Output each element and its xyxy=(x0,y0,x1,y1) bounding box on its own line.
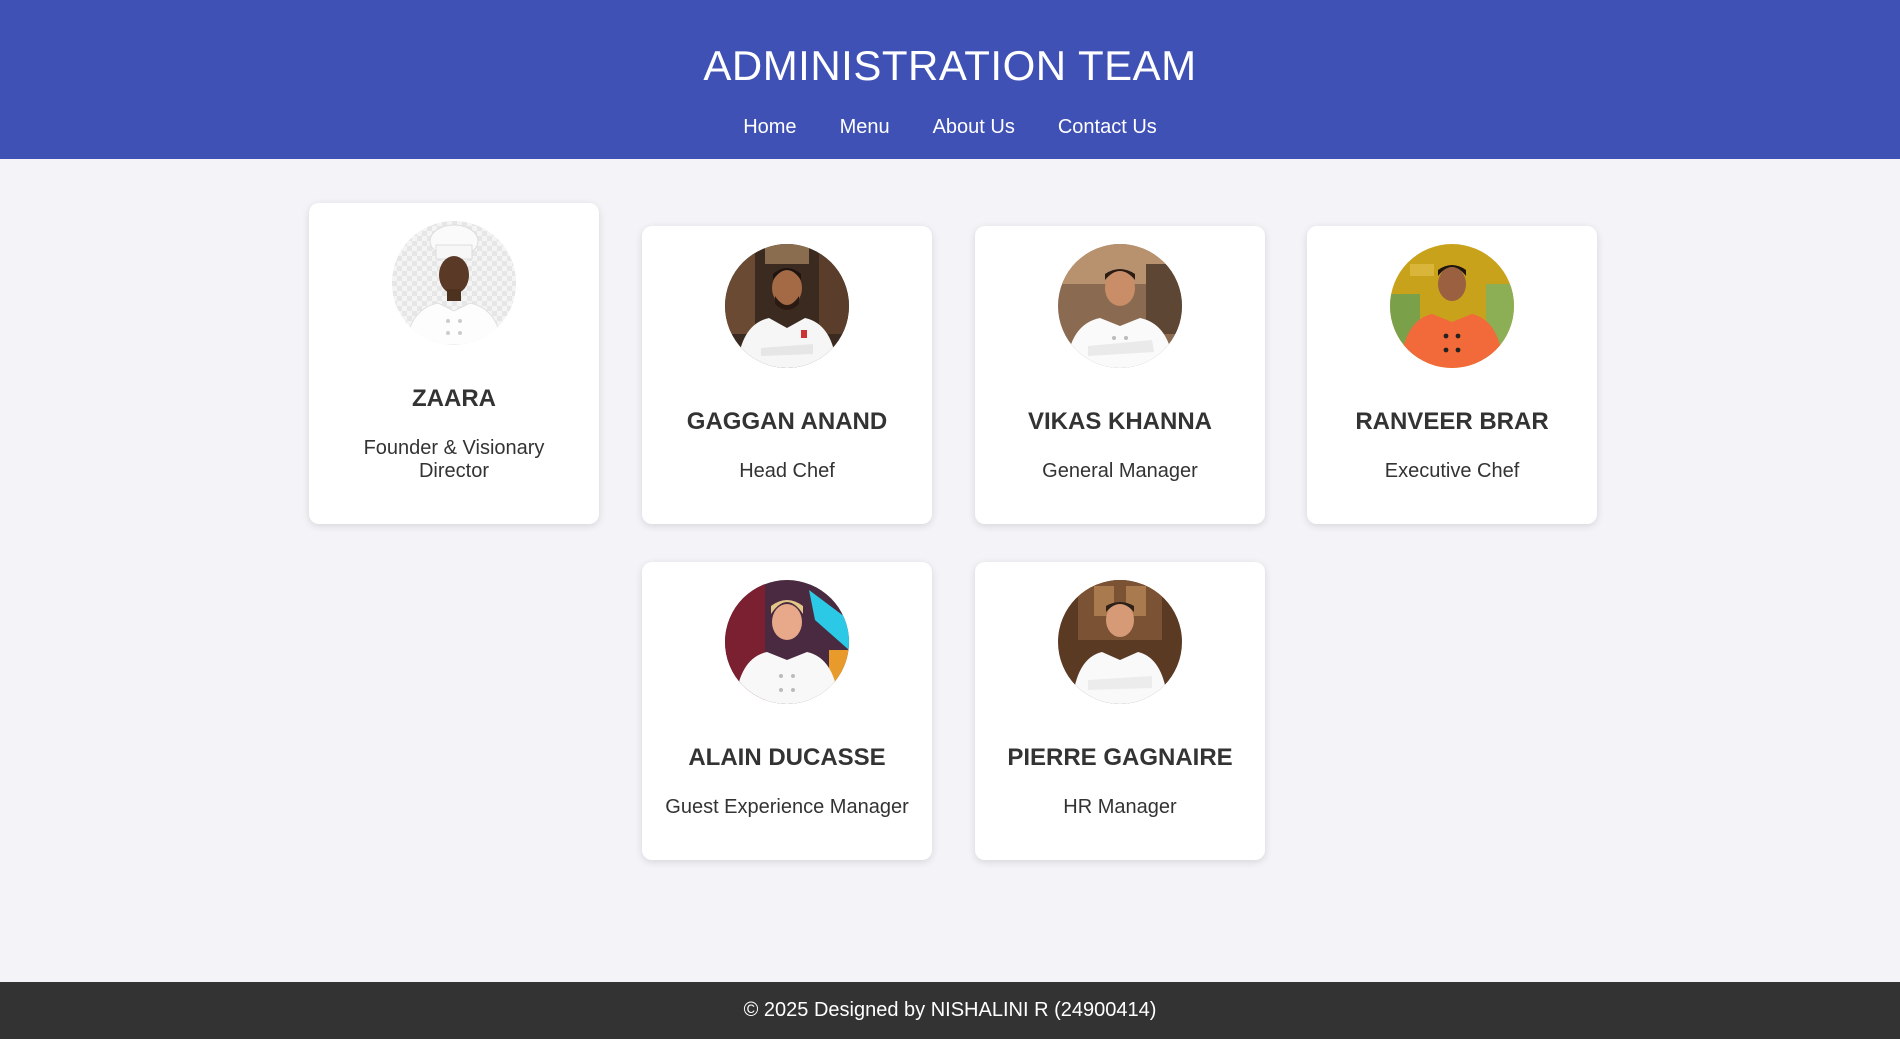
member-role: Head Chef xyxy=(739,460,835,482)
nav-contact-link[interactable]: Contact Us xyxy=(1058,116,1157,139)
member-name: PIERRE GAGNAIRE xyxy=(1007,744,1233,771)
site-footer: © 2025 Designed by NISHALINI R (24900414… xyxy=(0,982,1900,1039)
team-card-zaara: ZAARA Founder & Visionary Director xyxy=(309,203,599,524)
chef-portrait-icon xyxy=(725,244,849,368)
member-name: GAGGAN ANAND xyxy=(686,408,888,435)
team-card-vikas-khanna: VIKAS KHANNA General Manager xyxy=(975,226,1265,524)
member-role: Guest Experience Manager xyxy=(665,796,909,818)
chef-portrait-icon xyxy=(1390,244,1514,368)
team-card-pierre-gagnaire: PIERRE GAGNAIRE HR Manager xyxy=(975,562,1265,860)
member-name: VIKAS KHANNA xyxy=(1027,408,1212,435)
chef-portrait-icon xyxy=(1058,580,1182,704)
member-name: ALAIN DUCASSE xyxy=(688,744,886,771)
nav-about-link[interactable]: About Us xyxy=(933,116,1015,139)
page-title: ADMINISTRATION TEAM xyxy=(703,42,1197,89)
member-name: RANVEER BRAR xyxy=(1355,408,1549,435)
footer-credit: © 2025 Designed by NISHALINI R (24900414… xyxy=(743,999,1157,1021)
member-name: ZAARA xyxy=(412,385,496,412)
pierre-gagnaire-photo xyxy=(1058,580,1182,704)
member-role: HR Manager xyxy=(1063,796,1177,818)
chef-portrait-icon xyxy=(725,580,849,704)
chef-portrait-icon xyxy=(1058,244,1182,368)
member-role: Founder & Visionary Director xyxy=(363,437,545,482)
member-role: Executive Chef xyxy=(1384,460,1520,482)
gaggan-anand-photo xyxy=(725,244,849,368)
nav-menu-link[interactable]: Menu xyxy=(840,116,890,139)
team-card-ranveer-brar: RANVEER BRAR Executive Chef xyxy=(1307,226,1597,524)
team-card-alain-ducasse: ALAIN DUCASSE Guest Experience Manager xyxy=(642,562,932,860)
vikas-khanna-photo xyxy=(1058,244,1182,368)
team-card-gaggan-anand: GAGGAN ANAND Head Chef xyxy=(642,226,932,524)
main-nav: Home Menu About Us Contact Us xyxy=(0,116,1900,139)
site-header: ADMINISTRATION TEAM Home Menu About Us C… xyxy=(0,0,1900,159)
chef-portrait-icon xyxy=(392,221,516,345)
member-role: General Manager xyxy=(1042,460,1198,482)
zaara-photo xyxy=(392,221,516,345)
alain-ducasse-photo xyxy=(725,580,849,704)
ranveer-brar-photo xyxy=(1390,244,1514,368)
nav-home-link[interactable]: Home xyxy=(743,116,796,139)
